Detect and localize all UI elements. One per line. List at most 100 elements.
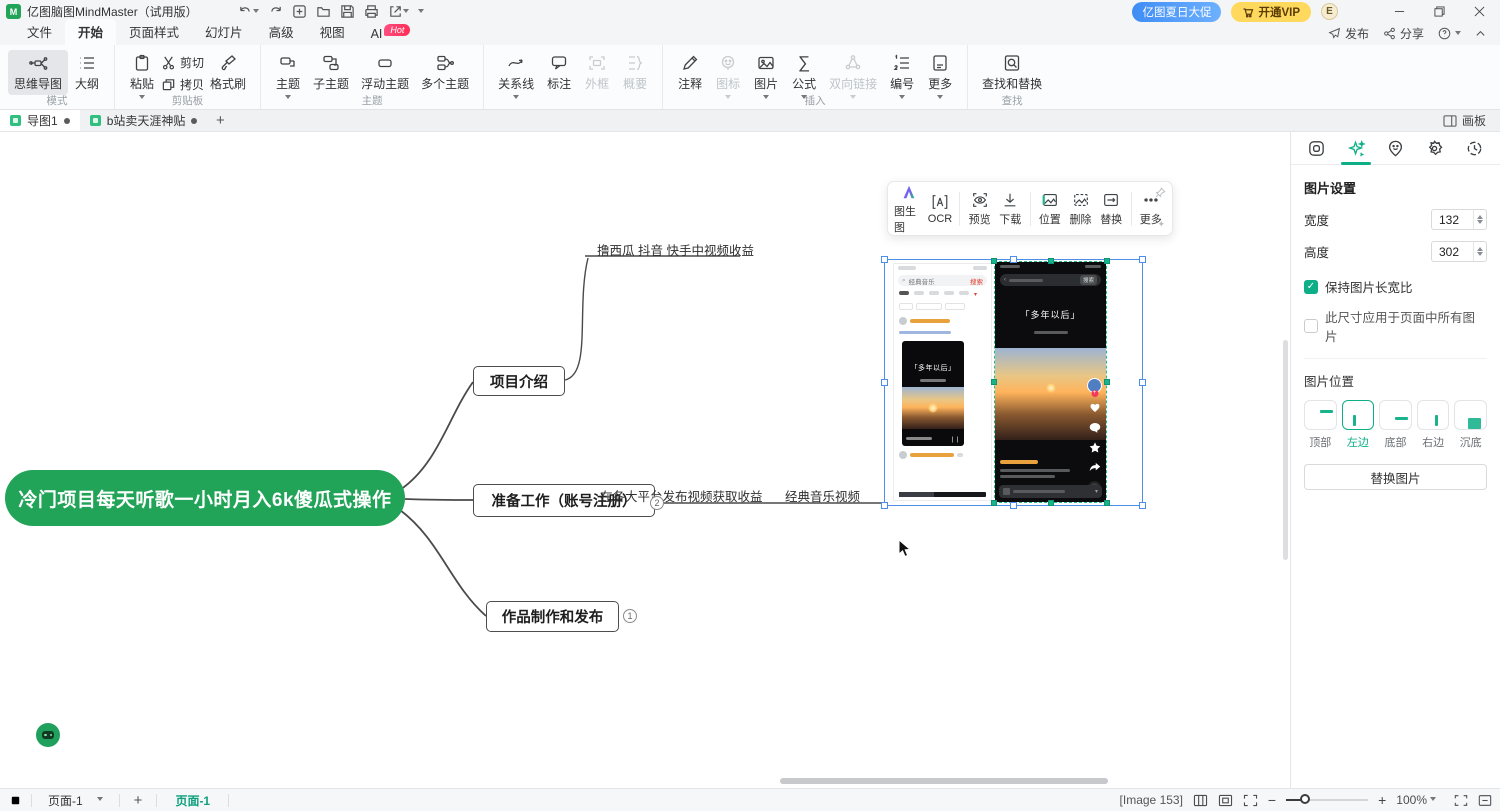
- selected-image-node[interactable]: ⌕经典音乐搜索 ▾ 「多年以后」 ❘❘ ‹搜索 「多年以后: [884, 259, 1143, 506]
- vertical-scrollbar[interactable]: [1283, 340, 1288, 560]
- relationship-button[interactable]: 关系线: [492, 50, 540, 105]
- ocr-button[interactable]: OCR: [925, 193, 956, 225]
- zoom-in-button[interactable]: +: [1378, 792, 1386, 808]
- ai-spark-icon[interactable]: ✦: [1157, 219, 1165, 230]
- cut-button[interactable]: 剪切: [161, 54, 204, 71]
- resize-handle[interactable]: [1139, 379, 1146, 386]
- position-behind-button[interactable]: [1454, 400, 1487, 430]
- menu-view[interactable]: 视图: [307, 19, 358, 45]
- position-left-button[interactable]: [1342, 400, 1375, 430]
- find-replace-button[interactable]: 查找和替换: [976, 50, 1048, 95]
- replace-button[interactable]: 替换: [1096, 191, 1127, 227]
- user-avatar[interactable]: E: [1321, 3, 1338, 20]
- zoom-slider[interactable]: [1286, 799, 1368, 801]
- keep-ratio-option[interactable]: ✓ 保持图片长宽比: [1291, 277, 1500, 296]
- share-button[interactable]: 分享: [1383, 25, 1424, 42]
- panel-tab-badge[interactable]: [1418, 132, 1452, 165]
- pin-toolbar-icon[interactable]: [1155, 187, 1166, 198]
- zoom-slider-knob[interactable]: [1300, 794, 1310, 804]
- menu-page-style[interactable]: 页面样式: [116, 19, 192, 45]
- floating-topic-button[interactable]: 浮动主题: [355, 50, 415, 95]
- undo-button[interactable]: [238, 4, 259, 19]
- delete-button[interactable]: 删除: [1065, 191, 1096, 227]
- format-painter-button[interactable]: 格式刷: [204, 50, 252, 95]
- phone-screenshot-right[interactable]: ‹搜索 「多年以后」 ▾: [995, 262, 1106, 502]
- fit-page-button[interactable]: [1218, 794, 1233, 807]
- fit-screen-button[interactable]: [1243, 794, 1258, 807]
- menu-advanced[interactable]: 高级: [256, 19, 307, 45]
- page-select-dropdown[interactable]: 页面-1: [40, 791, 111, 810]
- help-button[interactable]: [1438, 27, 1461, 40]
- apply-all-option[interactable]: 此尺寸应用于页面中所有图片: [1291, 307, 1500, 345]
- replace-image-button[interactable]: 替换图片: [1304, 464, 1487, 490]
- resize-handle[interactable]: [1010, 502, 1017, 509]
- resize-handle[interactable]: [881, 379, 888, 386]
- topic-branch-1[interactable]: 项目介绍: [473, 366, 565, 396]
- topic-branch-3[interactable]: 作品制作和发布: [486, 601, 619, 632]
- subtopic-line-1[interactable]: 撸西瓜 抖音 快手中视频收益: [597, 240, 754, 259]
- panel-tab-sticker[interactable]: [1378, 132, 1412, 165]
- redo-button[interactable]: [268, 4, 283, 19]
- menu-slides[interactable]: 幻灯片: [192, 19, 256, 45]
- collapse-badge-2[interactable]: 2: [650, 496, 664, 510]
- copy-button[interactable]: 拷贝: [161, 76, 204, 93]
- position-top-button[interactable]: [1304, 400, 1337, 430]
- width-stepper[interactable]: [1473, 210, 1486, 229]
- open-file-button[interactable]: [316, 4, 331, 19]
- apply-all-checkbox[interactable]: [1304, 319, 1318, 333]
- multi-page-view-button[interactable]: [1193, 794, 1208, 807]
- board-toggle-button[interactable]: 画板: [1429, 110, 1500, 131]
- page-overview-button[interactable]: [8, 794, 23, 807]
- vip-button[interactable]: 开通VIP: [1231, 2, 1311, 22]
- callout-button[interactable]: 标注: [540, 50, 578, 95]
- publish-button[interactable]: 发布: [1328, 25, 1369, 42]
- subtopic-button[interactable]: 子主题: [307, 50, 355, 95]
- preview-button[interactable]: 预览: [964, 191, 995, 227]
- print-button[interactable]: [364, 4, 379, 19]
- image-to-image-button[interactable]: 图生图: [894, 183, 925, 235]
- resize-handle[interactable]: [1010, 256, 1017, 263]
- subtopic-line-2[interactable]: 在各大平台发布视频获取收益: [600, 486, 763, 505]
- new-document-button[interactable]: [292, 4, 307, 19]
- resize-handle[interactable]: [1139, 256, 1146, 263]
- outline-mode-button[interactable]: 大纲: [68, 50, 106, 95]
- restore-button[interactable]: [1424, 1, 1454, 23]
- new-doc-tab-button[interactable]: +: [207, 110, 233, 131]
- collapse-statusbar-button[interactable]: [1478, 794, 1492, 807]
- position-button[interactable]: 位置: [1034, 191, 1065, 227]
- position-right-button[interactable]: [1417, 400, 1450, 430]
- resize-handle[interactable]: [881, 502, 888, 509]
- ai-assistant-button[interactable]: [36, 723, 60, 747]
- page-tab-active[interactable]: 页面-1: [165, 792, 220, 809]
- panel-tab-image[interactable]: [1339, 132, 1373, 165]
- note-button[interactable]: 注释: [671, 50, 709, 95]
- central-topic[interactable]: 冷门项目每天听歌一小时月入6k傻瓜式操作: [5, 470, 405, 526]
- resize-handle[interactable]: [1139, 502, 1146, 509]
- panel-tab-history[interactable]: [1457, 132, 1491, 165]
- export-button[interactable]: [388, 4, 409, 19]
- collapse-badge-1[interactable]: 1: [623, 609, 637, 623]
- collapse-ribbon-button[interactable]: [1475, 28, 1486, 39]
- download-button[interactable]: 下载: [995, 191, 1026, 227]
- add-page-button[interactable]: +: [128, 792, 149, 809]
- keep-ratio-checkbox[interactable]: ✓: [1304, 280, 1318, 294]
- panel-tab-style[interactable]: [1300, 132, 1334, 165]
- promo-badge[interactable]: 亿图夏日大促: [1132, 2, 1221, 22]
- mindmap-mode-button[interactable]: 思维导图: [8, 50, 68, 95]
- customize-toolbar-button[interactable]: [418, 9, 424, 16]
- fullscreen-button[interactable]: [1454, 794, 1468, 807]
- menu-ai[interactable]: AIHot: [358, 24, 424, 45]
- minimize-button[interactable]: [1384, 1, 1414, 23]
- height-input[interactable]: 302: [1431, 241, 1487, 262]
- zoom-level-dropdown[interactable]: 100%: [1396, 793, 1436, 807]
- resize-handle[interactable]: [881, 256, 888, 263]
- zoom-out-button[interactable]: −: [1268, 792, 1276, 808]
- doc-tab-1[interactable]: 导图1: [0, 110, 80, 131]
- mindmap-canvas[interactable]: 冷门项目每天听歌一小时月入6k傻瓜式操作 项目介绍 准备工作（账号注册） 作品制…: [0, 132, 1290, 788]
- menu-file[interactable]: 文件: [14, 19, 65, 45]
- width-input[interactable]: 132: [1431, 209, 1487, 230]
- save-button[interactable]: [340, 4, 355, 19]
- position-bottom-button[interactable]: [1379, 400, 1412, 430]
- subtopic-line-3[interactable]: 经典音乐视频: [785, 486, 860, 505]
- height-stepper[interactable]: [1473, 242, 1486, 261]
